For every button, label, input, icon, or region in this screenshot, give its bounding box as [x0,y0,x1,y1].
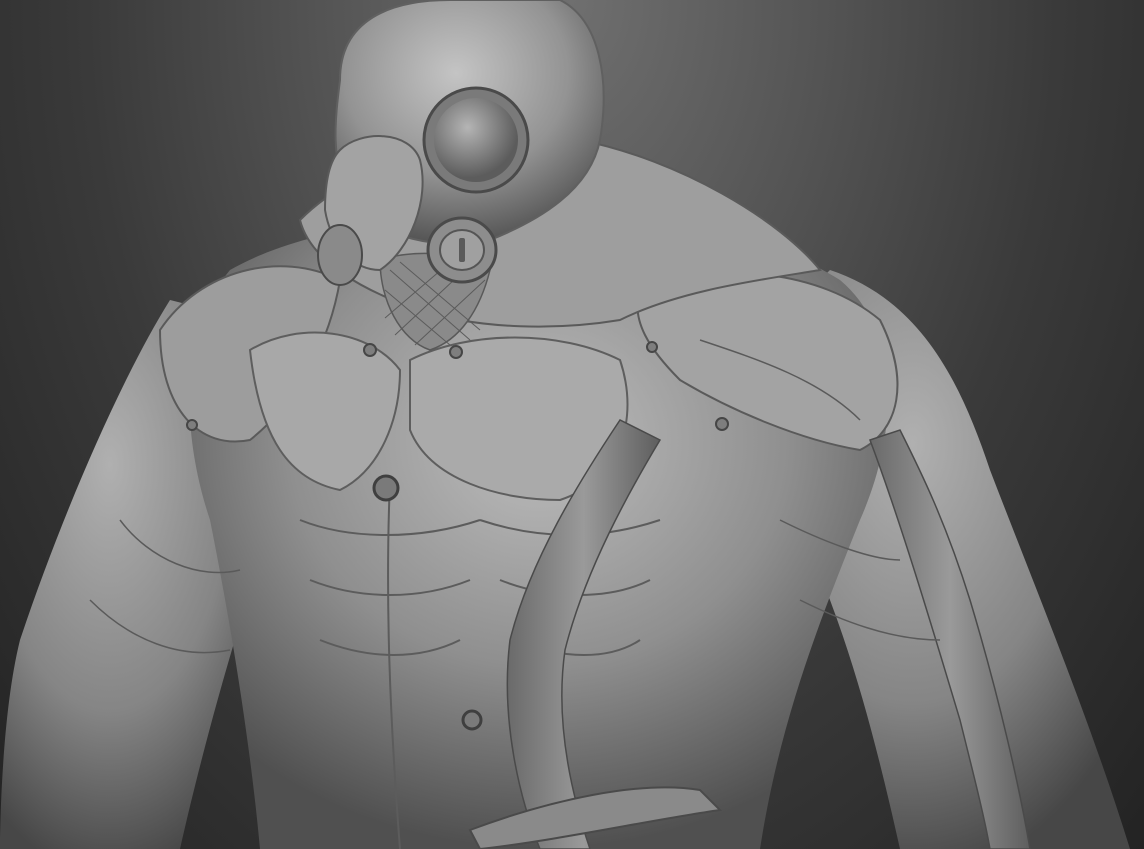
belly-socket [461,709,483,731]
chest-socket [372,474,400,502]
respirator-filter-icon [426,216,498,284]
sculpt-viewport[interactable] [0,0,1144,849]
side-respirator [317,224,363,286]
goggle-lens-inner [434,98,518,182]
sculpted-figure [0,0,1130,849]
